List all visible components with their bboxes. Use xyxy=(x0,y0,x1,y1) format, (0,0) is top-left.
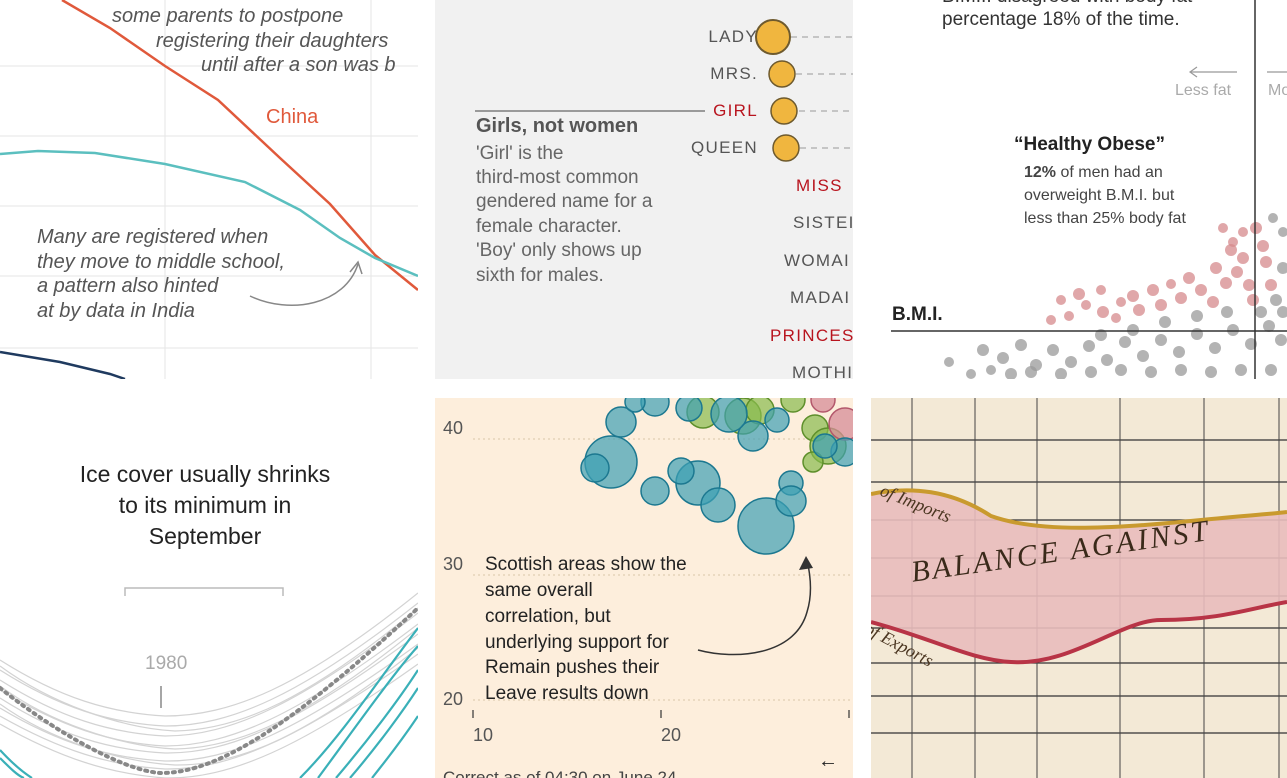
china-note-line-3: until after a son was b xyxy=(201,53,396,77)
less-fat-label: Less fat xyxy=(1175,82,1231,100)
healthy-obese-body-1: of men had an xyxy=(1056,164,1163,181)
label-woman: WOMAI xyxy=(784,251,850,271)
historical-years-lines xyxy=(0,593,418,778)
ice-title-line-2: to its minimum in xyxy=(0,490,410,521)
healthy-obese-percent: 12% xyxy=(1024,164,1056,181)
dot-lady xyxy=(756,20,790,54)
rank-label-queen: QUEEN xyxy=(691,138,758,158)
healthy-obese-dots xyxy=(1046,222,1277,325)
dot-girl xyxy=(771,98,797,124)
china-note-line-2: registering their daughters xyxy=(156,29,388,53)
y-tick-label: 30 xyxy=(443,554,463,575)
rank-label-girl: GIRL xyxy=(713,101,758,121)
scotland-note-line-2: same overall xyxy=(485,578,593,604)
timestamp-footer: Correct as of 04:30 on June 24 xyxy=(443,768,676,778)
scotland-note-line-5: Remain pushes their xyxy=(485,655,659,681)
healthy-obese-line-1: 12% of men had an xyxy=(1024,161,1163,184)
healthy-obese-heading: “Healthy Obese” xyxy=(1014,134,1165,156)
india-note-line-1: Many are registered when xyxy=(37,225,268,250)
x-tick-label: 10 xyxy=(473,725,493,746)
china-registration-panel: some parents to postpone registering the… xyxy=(0,0,418,379)
healthy-obese-line-2: overweight B.M.I. but xyxy=(1024,184,1174,207)
bmi-top-line-2: percentage 18% of the time. xyxy=(942,9,1180,31)
september-bracket xyxy=(125,588,283,596)
gendered-titles-panel: LADY MRS. GIRL QUEEN MISS SISTEI WOMAI M… xyxy=(435,0,853,379)
china-note-line-1: some parents to postpone xyxy=(112,4,343,28)
dot-mrs xyxy=(769,61,795,87)
year-label-1980: 1980 xyxy=(145,653,187,675)
brexit-scatter-panel: 40 30 20 10 20 Scottish areas show the s… xyxy=(435,398,853,778)
dot-connectors xyxy=(791,37,853,148)
girls-desc-line-3: gendered name for a xyxy=(476,190,652,215)
x-tick-label: 20 xyxy=(661,725,681,746)
rank-label-lady: LADY xyxy=(708,27,758,47)
girls-desc-line-1: 'Girl' is the xyxy=(476,142,564,167)
girls-desc-line-2: third-most common xyxy=(476,166,639,191)
china-series-label: China xyxy=(266,106,318,129)
sea-ice-panel: Ice cover usually shrinks to its minimum… xyxy=(0,398,418,778)
girls-desc-line-6: sixth for males. xyxy=(476,264,604,289)
scotland-note-line-4: underlying support for xyxy=(485,630,669,656)
back-arrow: ← xyxy=(818,750,838,773)
x-ticks xyxy=(473,710,849,718)
girls-desc-line-5: 'Boy' only shows up xyxy=(476,239,642,264)
bmi-top-line-1: B.M.I. disagreed with body fat xyxy=(942,0,1192,8)
bmi-axis-label: B.M.I. xyxy=(892,304,943,326)
annotation-arrow xyxy=(698,560,810,655)
girls-desc-line-4: female character. xyxy=(476,215,622,240)
y-tick-label: 40 xyxy=(443,418,463,439)
scotland-note-line-3: correlation, but xyxy=(485,604,611,630)
scotland-note-line-6: Leave results down xyxy=(485,681,649,707)
ice-title-line-1: Ice cover usually shrinks xyxy=(0,459,410,490)
playfair-chart xyxy=(871,398,1287,778)
dot-queen xyxy=(773,135,799,161)
india-note-line-3: a pattern also hinted xyxy=(37,274,218,299)
other-series-line xyxy=(0,352,125,379)
india-note-line-4: at by data in India xyxy=(37,299,195,324)
label-princess: PRINCES xyxy=(770,326,853,346)
sea-ice-chart xyxy=(0,398,418,778)
bmi-bodyfat-panel: B.M.I. disagreed with body fat percentag… xyxy=(871,0,1287,379)
label-sister: SISTEI xyxy=(793,213,853,233)
label-miss: MISS xyxy=(796,176,843,196)
annotation-arrowhead xyxy=(799,556,813,570)
rank-label-mrs: MRS. xyxy=(710,64,758,84)
healthy-obese-line-3: less than 25% body fat xyxy=(1024,207,1186,230)
ice-title-line-3: September xyxy=(0,521,410,552)
scotland-note-line-1: Scottish areas show the xyxy=(485,552,687,578)
label-mother: MOTHI xyxy=(792,363,853,379)
more-fat-label: Mo xyxy=(1268,82,1287,100)
y-tick-label: 20 xyxy=(443,689,463,710)
india-note-line-2: they move to middle school, xyxy=(37,250,285,275)
girls-heading: Girls, not women xyxy=(476,115,638,138)
playfair-panel: of Imports BALANCE AGAINST of Exports xyxy=(871,398,1287,778)
label-madam: MADAI xyxy=(790,288,850,308)
